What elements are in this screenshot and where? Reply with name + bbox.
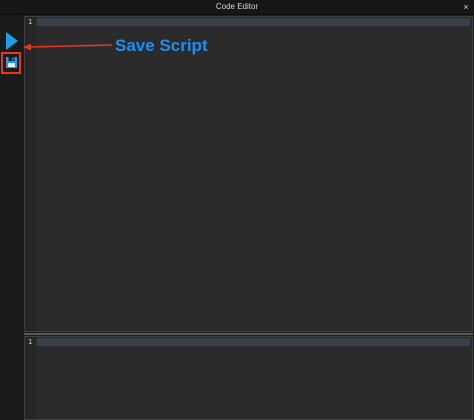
- output-pane[interactable]: 1: [24, 336, 473, 420]
- window-title: Code Editor: [215, 2, 259, 11]
- play-icon: [6, 32, 18, 50]
- callout-label: Save Script: [115, 36, 208, 55]
- editor-line-number: 1: [28, 18, 33, 26]
- toolbar: [0, 15, 23, 420]
- close-button[interactable]: ×: [461, 1, 471, 13]
- output-line-number: 1: [28, 338, 33, 346]
- run-script-button[interactable]: [5, 32, 19, 50]
- output-gutter: 1: [25, 337, 36, 419]
- editor-gutter: 1: [25, 17, 36, 331]
- output-text-area[interactable]: [37, 347, 470, 417]
- code-input-area[interactable]: [37, 27, 470, 329]
- floppy-disk-icon: [6, 57, 17, 68]
- code-editor-pane[interactable]: 1: [24, 16, 473, 332]
- pane-splitter[interactable]: [24, 333, 473, 335]
- output-current-line: [37, 338, 470, 346]
- save-script-button[interactable]: [6, 57, 17, 68]
- title-bar: Code Editor ×: [0, 0, 474, 15]
- editor-current-line: [37, 18, 470, 26]
